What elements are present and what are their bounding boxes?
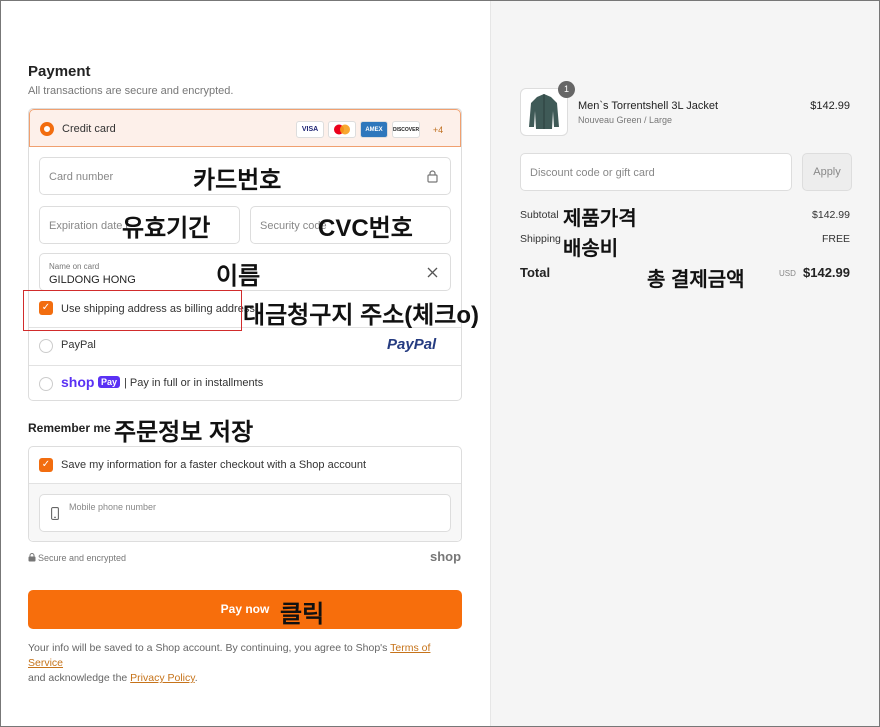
- screenshot-border: [0, 0, 880, 727]
